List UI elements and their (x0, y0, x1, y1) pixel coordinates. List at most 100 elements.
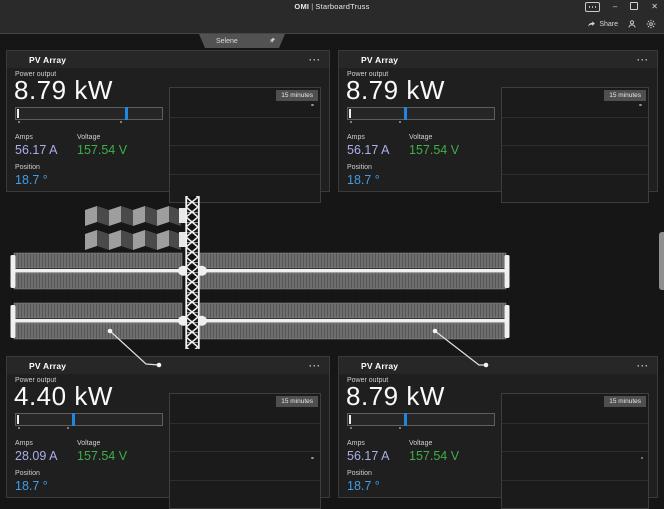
close-button[interactable]: ✕ (651, 3, 658, 11)
chart-gridline (170, 145, 320, 146)
power-output-value: 4.40 kW (14, 383, 113, 409)
chart-data-point (639, 104, 642, 107)
gauge-tick-value (120, 121, 122, 123)
settings-button[interactable] (646, 19, 656, 29)
card-title: PV Array (361, 361, 398, 371)
card-header: PV Array ··· (7, 357, 329, 374)
window-title: OMI|StarboardTruss (0, 2, 664, 11)
telemetry-chart[interactable]: 15 minutes (501, 393, 649, 509)
card-title: PV Array (29, 55, 66, 65)
amps-label: Amps (347, 134, 389, 141)
position-label: Position (15, 470, 48, 477)
power-output-value: 8.79 kW (346, 383, 445, 409)
share-label: Share (599, 21, 618, 28)
amps-value: 56.17 A (347, 449, 389, 463)
chart-gridline (170, 480, 320, 481)
chart-gridline (170, 117, 320, 118)
voltage-label: Voltage (409, 440, 459, 447)
voltage-value: 157.54 V (77, 143, 127, 157)
chart-data-point (311, 457, 314, 460)
user-button[interactable] (627, 19, 637, 29)
chart-range-badge[interactable]: 15 minutes (604, 396, 646, 407)
gauge-min-marker (349, 415, 351, 424)
pv-array-card-top-right: PV Array ··· Power output 8.79 kW Amps 5… (338, 50, 658, 192)
telemetry-chart[interactable]: 15 minutes (169, 393, 321, 509)
position-label: Position (347, 470, 380, 477)
gauge-min-marker (17, 109, 19, 118)
card-header: PV Array ··· (7, 51, 329, 68)
chart-gridline (170, 174, 320, 175)
gauge-value-marker[interactable] (72, 413, 75, 426)
chart-range-badge[interactable]: 15 minutes (276, 90, 318, 101)
card-header: PV Array ··· (339, 51, 657, 68)
position-value: 18.7 ° (15, 173, 48, 187)
voltage-label: Voltage (77, 134, 127, 141)
share-button[interactable]: Share (587, 20, 618, 29)
gauge-tick-start (350, 121, 352, 123)
restore-icon (630, 2, 638, 10)
voltage-value: 157.54 V (409, 143, 459, 157)
amps-label: Amps (347, 440, 389, 447)
position-stat: Position 18.7 ° (347, 164, 380, 187)
gauge-min-marker (17, 415, 19, 424)
amps-label: Amps (15, 440, 57, 447)
position-value: 18.7 ° (15, 479, 48, 493)
gauge-value-marker[interactable] (404, 107, 407, 120)
share-icon (587, 20, 596, 29)
chart-gridline (170, 423, 320, 424)
power-output-value: 8.79 kW (14, 77, 113, 103)
power-output-value: 8.79 kW (346, 77, 445, 103)
app-name: OMI (294, 2, 309, 11)
chart-gridline (502, 117, 648, 118)
amps-label: Amps (15, 134, 57, 141)
voltage-value: 157.54 V (77, 449, 127, 463)
gauge-value-marker[interactable] (404, 413, 407, 426)
chart-data-point (641, 457, 644, 460)
pv-array-card-top-left: PV Array ··· Power output 8.79 kW Amps 5… (6, 50, 330, 192)
title-separator: | (311, 2, 313, 11)
restore-button[interactable] (630, 2, 638, 12)
chart-range-badge[interactable]: 15 minutes (276, 396, 318, 407)
telemetry-chart[interactable]: 15 minutes (169, 87, 321, 203)
more-menu-button[interactable]: ··· (309, 57, 321, 63)
amps-stat: Amps 28.09 A (15, 440, 57, 463)
voltage-stat: Voltage 157.54 V (409, 440, 459, 463)
telemetry-chart[interactable]: 15 minutes (501, 87, 649, 203)
voltage-label: Voltage (409, 134, 459, 141)
card-body: Power output 8.79 kW Amps 56.17 A Voltag… (7, 68, 329, 191)
card-title: PV Array (29, 361, 66, 371)
card-body: Power output 8.79 kW Amps 56.17 A Voltag… (339, 374, 657, 497)
position-value: 18.7 ° (347, 173, 380, 187)
gear-icon (646, 19, 656, 29)
card-title: PV Array (361, 55, 398, 65)
gauge-tick-start (18, 427, 20, 429)
gauge-tick-start (18, 121, 20, 123)
voltage-stat: Voltage 157.54 V (409, 134, 459, 157)
position-value: 18.7 ° (347, 479, 380, 493)
chart-gridline (502, 145, 648, 146)
power-gauge-slider[interactable] (15, 107, 163, 120)
gauge-value-marker[interactable] (125, 107, 128, 120)
more-menu-button[interactable]: ··· (637, 57, 649, 63)
window-chrome: OMI|StarboardTruss – ✕ Share (0, 0, 664, 33)
chart-range-badge[interactable]: 15 minutes (604, 90, 646, 101)
more-menu-button[interactable]: ··· (637, 363, 649, 369)
minimize-button[interactable]: – (613, 3, 617, 11)
card-body: Power output 8.79 kW Amps 56.17 A Voltag… (339, 68, 657, 191)
gauge-min-marker (349, 109, 351, 118)
power-gauge-slider[interactable] (15, 413, 163, 426)
gauge-tick-start (350, 427, 352, 429)
chart-gridline (170, 451, 320, 452)
position-stat: Position 18.7 ° (347, 470, 380, 493)
gauge-tick-value (399, 121, 401, 123)
chart-gridline (502, 451, 648, 452)
power-gauge-slider[interactable] (347, 107, 495, 120)
power-gauge-slider[interactable] (347, 413, 495, 426)
page-tab-selene[interactable]: Selene (199, 34, 285, 48)
more-menu-button[interactable]: ··· (309, 363, 321, 369)
app-badge-icon[interactable] (585, 2, 600, 12)
scrollbar-thumb[interactable] (659, 232, 664, 290)
pv-array-card-bottom-right: PV Array ··· Power output 8.79 kW Amps 5… (338, 356, 658, 498)
chart-data-point (311, 104, 314, 107)
chart-gridline (502, 423, 648, 424)
